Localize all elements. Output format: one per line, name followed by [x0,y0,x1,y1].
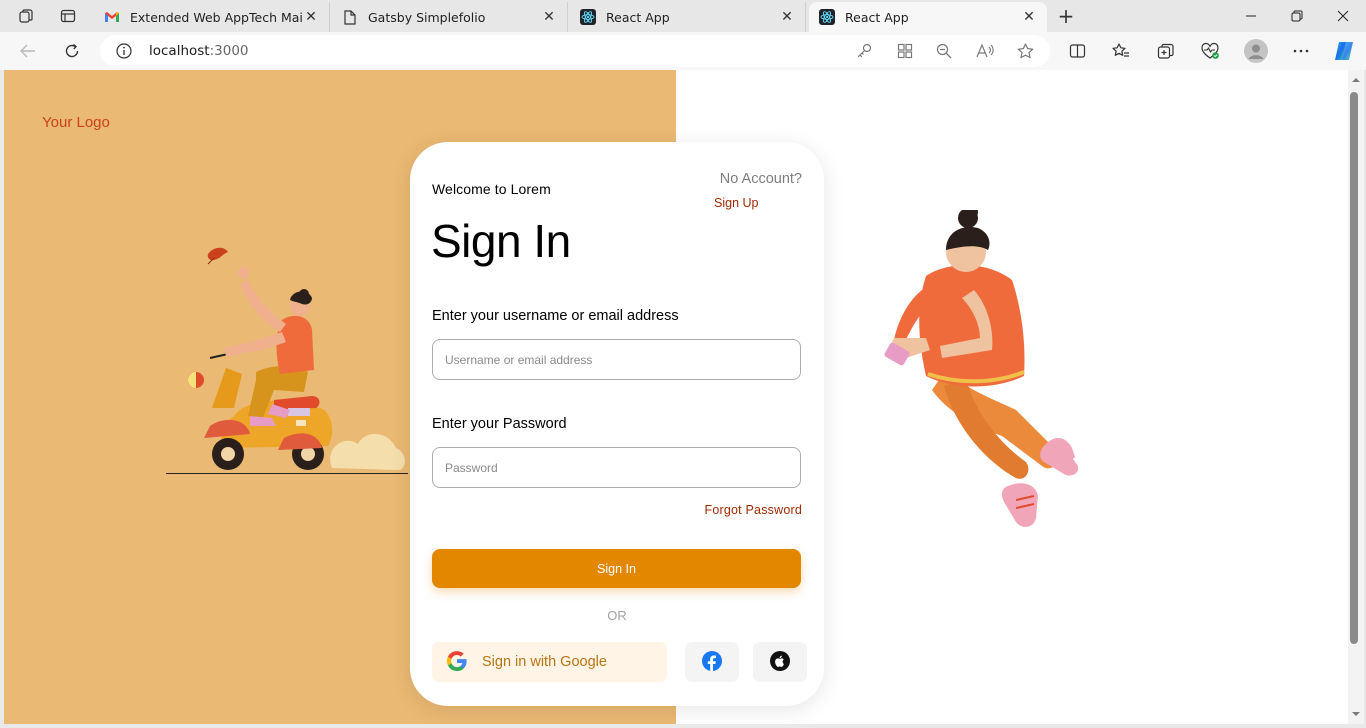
refresh-button[interactable] [57,37,87,65]
zoom-out-icon[interactable] [933,41,955,61]
google-button-label: Sign in with Google [482,654,607,670]
tab-react-app-active[interactable]: React App ✕ [809,2,1047,32]
tab-react-app[interactable]: React App ✕ [570,2,806,32]
sign-in-button[interactable]: Sign In [432,549,801,588]
close-window-button[interactable] [1320,0,1366,32]
password-input[interactable] [432,447,801,488]
password-label: Enter your Password [432,416,567,432]
forgot-password-link[interactable]: Forgot Password [705,503,802,517]
workspaces-icon[interactable] [11,4,41,28]
react-icon [580,9,596,25]
google-icon [446,650,468,675]
page-title: Sign In [431,215,571,267]
flying-person-illustration [884,210,1082,527]
sign-up-link[interactable]: Sign Up [714,196,758,210]
username-input[interactable] [432,339,801,380]
scrollbar-thumb[interactable] [1350,92,1358,644]
url-port: :3000 [209,43,249,59]
vertical-tabs-icon[interactable] [53,4,83,28]
apple-icon [770,650,790,674]
url-text[interactable]: localhost:3000 [149,43,249,59]
tab-label: Gatsby Simplefolio [368,9,486,25]
copilot-icon[interactable] [1331,38,1357,64]
profile-avatar[interactable] [1243,38,1269,64]
apps-icon[interactable] [894,41,916,61]
read-aloud-icon[interactable] [974,41,996,61]
welcome-text: Welcome to Lorem [432,181,551,197]
key-icon[interactable] [853,41,875,61]
address-bar: localhost:3000 [0,32,1366,70]
facebook-sign-in-button[interactable] [685,642,739,682]
ground-line [166,473,408,474]
logo-text: Your Logo [42,114,110,131]
url-host: localhost [149,43,210,59]
more-options-icon[interactable] [1289,40,1313,62]
minimize-button[interactable] [1228,0,1274,32]
browser-essentials-icon[interactable] [1198,40,1222,62]
close-tab-icon[interactable]: ✕ [541,9,557,25]
close-tab-icon[interactable]: ✕ [1021,9,1037,25]
no-account-text: No Account? [719,171,802,187]
site-info-icon[interactable] [116,43,132,59]
sign-in-card: Welcome to Lorem No Account? Sign Up Sig… [410,142,824,706]
gmail-icon [104,9,120,25]
close-tab-icon[interactable]: ✕ [779,9,795,25]
close-tab-icon[interactable]: ✕ [303,9,319,25]
scroll-up-arrow-icon[interactable] [1352,76,1360,84]
username-label: Enter your username or email address [432,308,679,324]
facebook-icon [702,650,722,674]
split-screen-icon[interactable] [1065,40,1089,62]
tab-label: React App [606,9,670,25]
or-divider-text: OR [607,608,627,623]
google-sign-in-button[interactable]: Sign in with Google [432,642,667,682]
tab-gatsby[interactable]: Gatsby Simplefolio ✕ [332,2,568,32]
tab-label: React App [845,9,909,25]
tab-gmail[interactable]: Extended Web AppTech Mail ✕ [94,2,330,32]
page-icon [342,9,358,25]
react-icon [819,9,835,25]
tab-label: Extended Web AppTech Mail [130,9,303,25]
back-button[interactable] [13,37,43,65]
scroll-down-arrow-icon[interactable] [1352,710,1360,718]
new-tab-button[interactable]: + [1052,4,1080,28]
tab-bar: Extended Web AppTech Mail ✕ Gatsby Simpl… [0,0,1366,32]
apple-sign-in-button[interactable] [753,642,807,682]
page-viewport: Your Logo Welcome to Lorem No Account? S… [4,70,1348,724]
page-scrollbar[interactable] [1348,70,1364,724]
restore-button[interactable] [1274,0,1320,32]
favorite-star-icon[interactable] [1014,41,1036,61]
collections-icon[interactable] [1154,40,1178,62]
scooter-rider-illustration [188,247,405,470]
favorites-icon[interactable] [1109,40,1133,62]
url-box[interactable]: localhost:3000 [100,35,1050,67]
